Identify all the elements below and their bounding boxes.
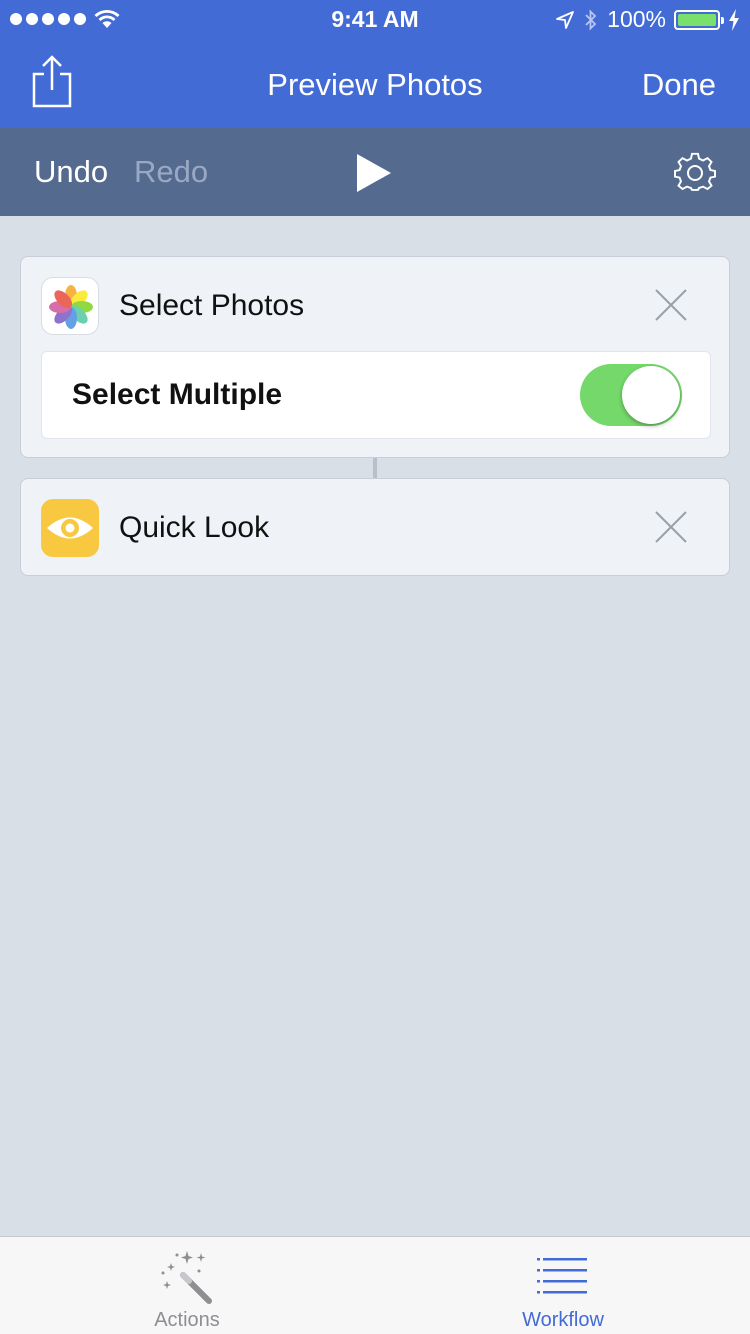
magic-wand-icon [161,1251,212,1304]
gear-icon[interactable] [674,152,716,194]
redo-button[interactable]: Redo [134,154,208,190]
undo-button[interactable]: Undo [34,154,108,190]
option-row-select-multiple: Select Multiple [41,351,711,439]
tab-bar: Actions Workflow [0,1236,750,1334]
location-arrow-icon [556,10,575,29]
eye-icon [41,499,99,557]
close-icon[interactable] [651,285,691,325]
tab-label: Workflow [522,1309,604,1331]
photos-icon [41,277,99,335]
tab-workflow[interactable]: Workflow [463,1237,663,1334]
action-title: Quick Look [119,511,270,544]
battery-icon [674,9,724,30]
page-title: Preview Photos [267,67,483,102]
status-bar: 9:41 AM 100% [0,0,750,40]
action-card-quick-look[interactable]: Quick Look [20,478,730,576]
action-title: Select Photos [119,289,305,322]
list-icon [537,1258,587,1294]
editor-toolbar: Undo Redo [0,128,750,216]
bluetooth-icon [585,8,597,31]
battery-percent: 100% [607,6,666,32]
nav-bar: Preview Photos Done [0,40,750,128]
status-right: 100% [555,6,740,33]
charging-bolt-icon [729,8,739,31]
select-multiple-toggle[interactable] [580,364,682,426]
tab-actions[interactable]: Actions [87,1237,287,1334]
action-connector [373,458,377,478]
action-card-select-photos[interactable]: Select Photos Select Multiple [20,256,730,458]
tab-label: Actions [154,1309,220,1331]
close-icon[interactable] [651,507,691,547]
play-icon[interactable] [355,152,393,194]
done-button[interactable]: Done [642,67,716,103]
option-label: Select Multiple [72,378,283,411]
